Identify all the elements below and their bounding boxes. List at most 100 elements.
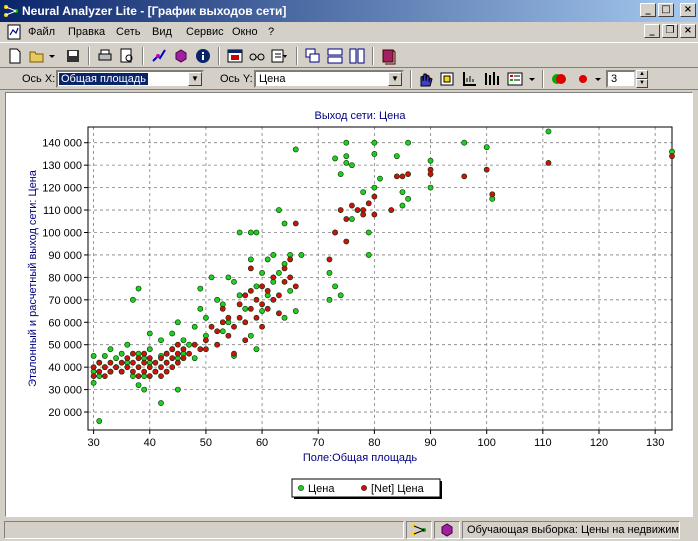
net-point	[135, 364, 142, 371]
dropdown-arrow-icon[interactable]	[594, 70, 602, 88]
cascade-icon[interactable]	[304, 47, 322, 65]
net-point	[203, 337, 209, 344]
mdi-close-button[interactable]: ×	[680, 24, 696, 38]
info-icon[interactable]	[194, 47, 212, 65]
actual-point	[371, 184, 378, 191]
hand-icon[interactable]	[416, 70, 434, 88]
scatter-chart: 30 40 50 60 70 80 90 100 110 120 130 20 000 30 000 40…	[27, 110, 675, 499]
actual-point	[107, 346, 114, 353]
glasses-icon[interactable]	[248, 47, 266, 65]
spin-up-icon[interactable]: ▲	[636, 70, 648, 79]
net-point	[231, 323, 237, 330]
network-status-icon	[412, 524, 426, 536]
actual-point	[326, 296, 333, 303]
x-tick-label: 80	[368, 437, 380, 449]
status-panel-empty	[4, 521, 404, 539]
chevron-down-icon[interactable]: ▼	[388, 72, 402, 86]
close-button[interactable]: ×	[680, 3, 696, 17]
edit-dropdown-icon[interactable]	[270, 47, 288, 65]
marker-style-icon[interactable]	[550, 70, 568, 88]
menu-file[interactable]: Файл	[28, 26, 55, 38]
menu-service[interactable]: Сервис	[186, 26, 224, 38]
net-point	[371, 193, 378, 200]
menu-view[interactable]: Вид	[152, 26, 172, 38]
actual-point	[405, 195, 411, 202]
spin-down-icon[interactable]: ▼	[636, 79, 648, 88]
print-icon[interactable]	[96, 47, 114, 65]
menu-window[interactable]: Окно	[232, 26, 258, 38]
legend-list-icon[interactable]	[506, 70, 524, 88]
tile-vertical-icon[interactable]	[348, 47, 366, 65]
net-point	[483, 166, 490, 173]
red-dot-icon[interactable]	[574, 70, 592, 88]
actual-point	[281, 220, 288, 227]
mdi-minimize-button[interactable]: _	[644, 24, 660, 38]
net-point	[242, 292, 249, 299]
net-point	[270, 274, 277, 281]
book-icon[interactable]	[380, 47, 398, 65]
net-point	[101, 373, 108, 380]
menu-help[interactable]: ?	[268, 26, 274, 38]
actual-point	[343, 153, 350, 160]
status-panel-text: Обучающая выборка: Цены на недвижим	[462, 521, 680, 539]
y-tick-label: 30 000	[48, 385, 82, 397]
mdi-restore-button[interactable]: ❐	[662, 24, 678, 38]
actual-point	[186, 341, 192, 348]
minimize-button[interactable]: _	[640, 3, 656, 17]
main-toolbar	[0, 42, 698, 68]
net-point	[135, 373, 142, 380]
menu-network[interactable]: Сеть	[116, 26, 140, 38]
actual-point	[247, 229, 254, 236]
save-icon[interactable]	[64, 47, 82, 65]
chevron-down-icon[interactable]: ▼	[188, 72, 202, 86]
net-point	[264, 305, 271, 312]
dropdown-arrow-icon[interactable]	[48, 47, 56, 65]
net-point	[281, 265, 288, 272]
maximize-button[interactable]: □	[658, 3, 674, 17]
net-point	[169, 346, 176, 353]
net-point	[180, 346, 187, 353]
menu-edit[interactable]: Правка	[68, 26, 105, 38]
net-point	[393, 173, 400, 180]
dropdown-arrow-icon[interactable]	[528, 70, 536, 88]
actual-point	[247, 256, 254, 263]
actual-point	[118, 350, 125, 357]
x-axis-select[interactable]: Общая площадь ▼	[56, 70, 204, 88]
document-window-icon[interactable]	[6, 24, 22, 40]
actual-point	[253, 346, 260, 353]
new-file-icon[interactable]	[6, 47, 24, 65]
y-tick-label: 90 000	[48, 250, 82, 262]
net-point	[169, 355, 176, 362]
tile-horizontal-icon[interactable]	[326, 47, 344, 65]
actual-point	[158, 337, 164, 344]
net-point	[287, 274, 294, 281]
y-tick-label: 50 000	[48, 340, 82, 352]
actual-point	[146, 346, 153, 353]
zoom-chart-icon[interactable]	[438, 70, 456, 88]
y-axis-select[interactable]: Цена ▼	[254, 70, 404, 88]
net-point	[141, 368, 148, 375]
x-tick-label: 40	[144, 437, 156, 449]
actual-point	[191, 323, 198, 330]
actual-point	[158, 400, 164, 406]
actual-point	[393, 153, 400, 160]
print-preview-icon[interactable]	[118, 47, 136, 65]
cube-icon[interactable]	[172, 47, 190, 65]
open-folder-icon[interactable]	[28, 47, 46, 65]
table-window-icon[interactable]	[226, 47, 244, 65]
net-point	[146, 355, 153, 362]
actual-point	[174, 386, 181, 393]
marker-size-stepper[interactable]: ▲ ▼	[636, 70, 648, 88]
actual-point	[101, 353, 108, 359]
actual-point	[197, 285, 204, 292]
axes-icon[interactable]	[460, 70, 478, 88]
net-point	[669, 153, 675, 160]
net-point	[169, 364, 176, 371]
actual-point	[343, 139, 350, 146]
actual-point	[146, 330, 153, 337]
column-bars-icon[interactable]	[482, 70, 500, 88]
network-connect-icon[interactable]	[150, 47, 168, 65]
net-point	[276, 310, 282, 317]
y-tick-label: 20 000	[48, 407, 82, 419]
marker-size-input[interactable]: 3	[606, 70, 636, 88]
